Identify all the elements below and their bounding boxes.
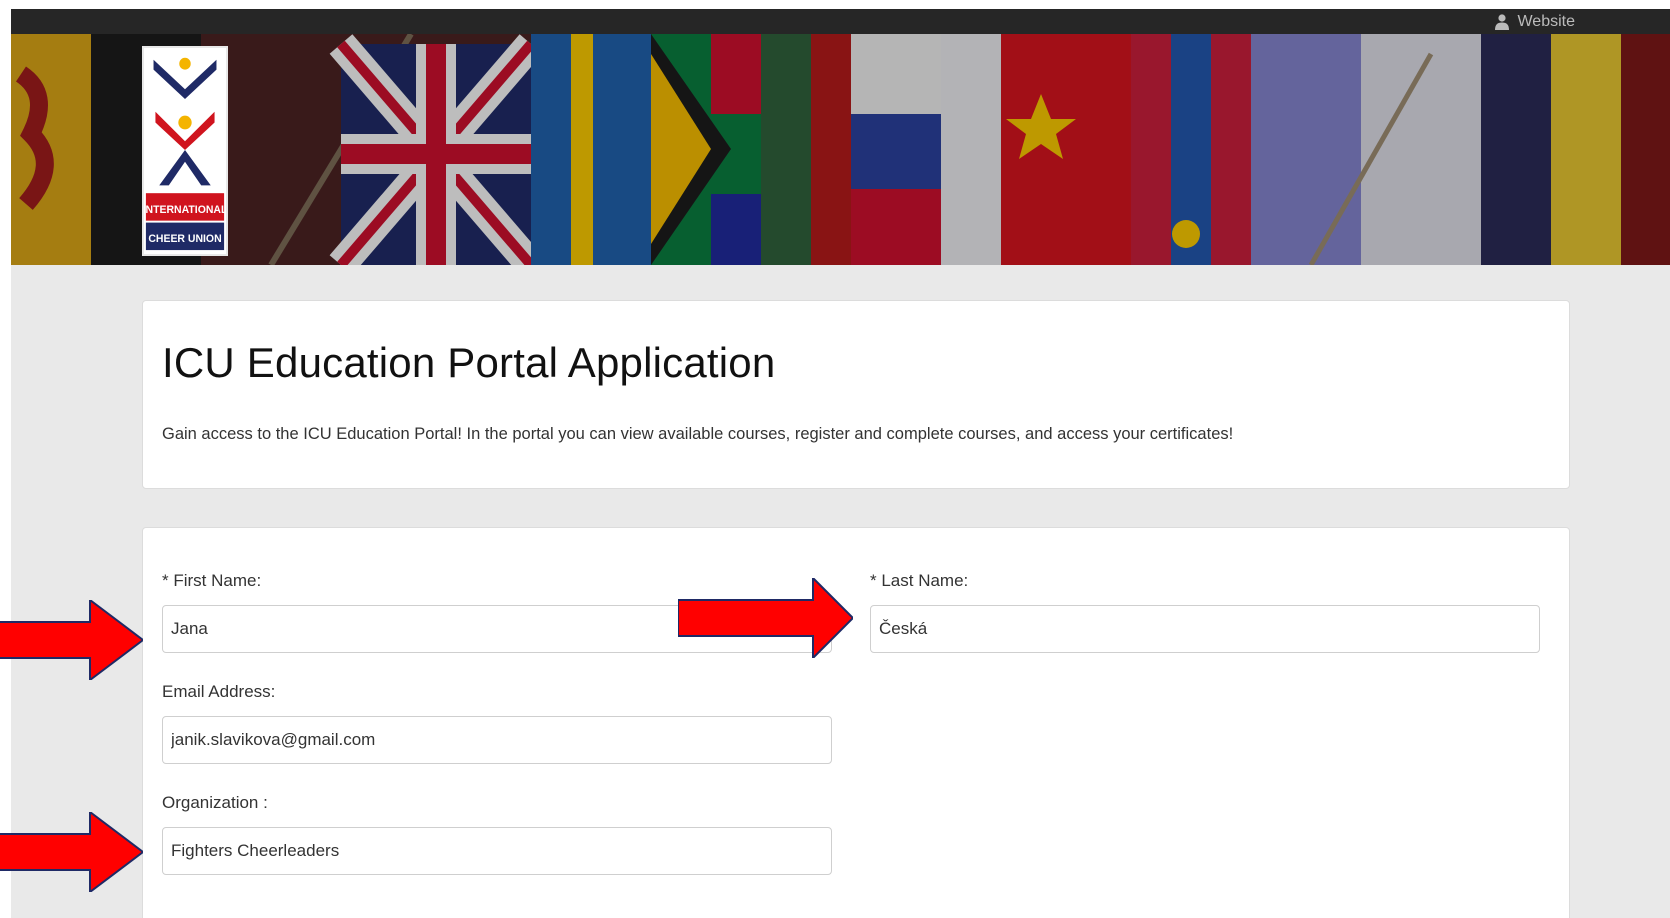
icu-logo[interactable]: INTERNATIONAL CHEER UNION xyxy=(142,46,228,256)
header-banner xyxy=(11,34,1670,265)
top-bar: Website xyxy=(11,9,1670,34)
organization-label: Organization : xyxy=(162,793,268,812)
organization-input[interactable] xyxy=(162,827,832,875)
annotation-arrow-organization xyxy=(0,812,143,892)
logo-text-line2: CHEER UNION xyxy=(148,233,221,245)
last-name-label: * Last Name: xyxy=(870,571,969,590)
annotation-arrow-last-name xyxy=(678,578,853,658)
last-name-input[interactable] xyxy=(870,605,1540,653)
flags-banner-image xyxy=(11,34,1670,265)
page-description: Gain access to the ICU Education Portal!… xyxy=(162,425,1234,443)
user-icon xyxy=(1495,14,1510,30)
page-title: ICU Education Portal Application xyxy=(162,339,776,386)
intro-card: ICU Education Portal Application Gain ac… xyxy=(142,300,1570,489)
website-link[interactable]: Website xyxy=(1495,13,1575,31)
first-name-label: * First Name: xyxy=(162,571,262,590)
email-input[interactable] xyxy=(162,716,832,764)
website-link-label: Website xyxy=(1517,13,1575,30)
logo-text-line1: INTERNATIONAL xyxy=(144,204,226,216)
annotation-arrow-first-name xyxy=(0,600,143,680)
email-label: Email Address: xyxy=(162,682,276,701)
application-form: * First Name: * Last Name: Email Address… xyxy=(142,527,1570,918)
